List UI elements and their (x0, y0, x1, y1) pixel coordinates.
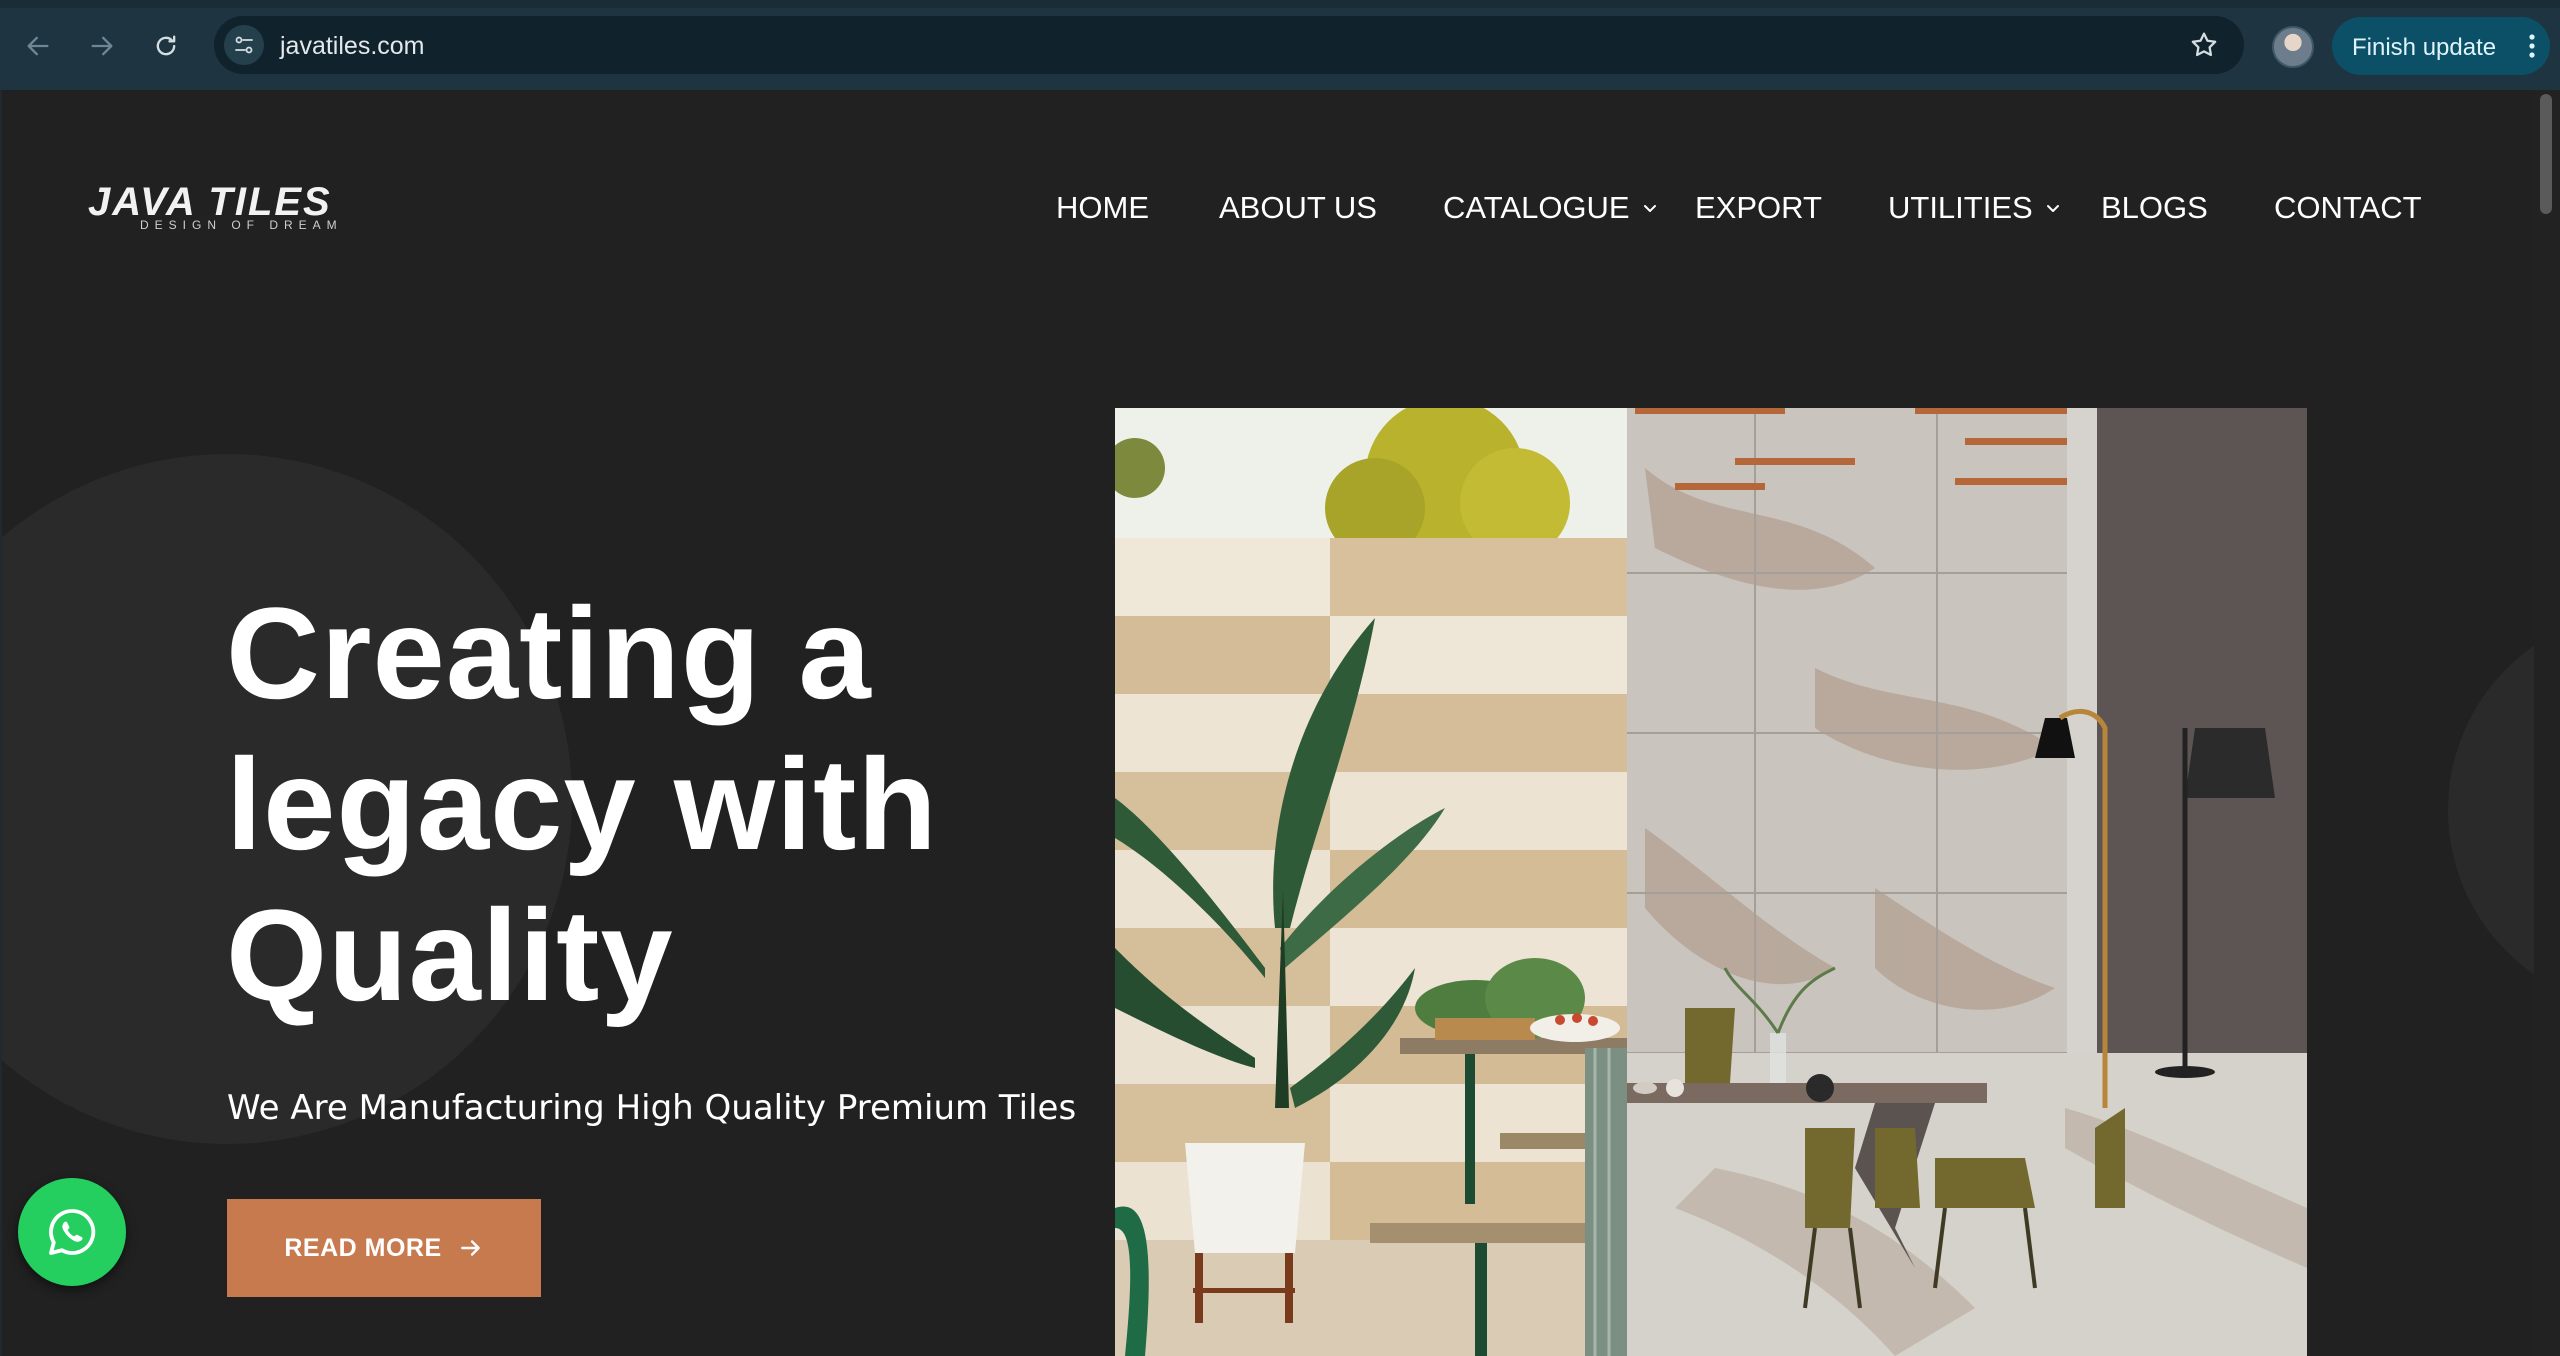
nav-export-label: EXPORT (1695, 190, 1822, 225)
finish-update-button[interactable]: Finish update (2332, 17, 2550, 75)
read-more-label: READ MORE (284, 1233, 442, 1262)
site-info-button[interactable] (224, 25, 264, 65)
tab-strip-edge (0, 0, 2560, 8)
nav-contact[interactable]: CONTACT (2274, 190, 2422, 226)
logo-tagline: DESIGN OF DREAM (140, 218, 343, 232)
reload-button[interactable] (144, 24, 188, 68)
forward-arrow-icon (91, 36, 113, 56)
reload-icon (156, 35, 176, 56)
hero-title: Creating a legacy with Quality (226, 580, 938, 1028)
nav-blogs[interactable]: BLOGS (2101, 190, 2208, 226)
nav-export[interactable]: EXPORT (1695, 190, 1822, 226)
back-button[interactable] (16, 24, 60, 68)
nav-about-us-label: ABOUT US (1219, 190, 1377, 225)
finish-update-label: Finish update (2352, 34, 2497, 61)
chevron-down-icon (2046, 205, 2059, 212)
decorative-circle (2448, 610, 2534, 1010)
whatsapp-chat-button[interactable] (18, 1178, 126, 1286)
nav-about-us[interactable]: ABOUT US (1219, 190, 1377, 226)
nav-blogs-label: BLOGS (2101, 190, 2208, 225)
hero-interior-image (1115, 408, 2307, 1356)
page-scrollbar[interactable] (2534, 90, 2560, 1356)
whatsapp-icon (49, 1209, 96, 1255)
nav-home[interactable]: HOME (1056, 190, 1149, 226)
arrow-right-icon (460, 1240, 480, 1256)
nav-home-label: HOME (1056, 190, 1149, 225)
nav-utilities-label: UTILITIES (1888, 190, 2033, 225)
url-text[interactable]: javatiles.com (280, 32, 425, 61)
browser-toolbar: javatiles.com Finish update (0, 0, 2560, 90)
read-more-button[interactable]: READ MORE (227, 1199, 541, 1297)
site-logo[interactable]: JAVA TILES DESIGN OF DREAM (88, 180, 378, 232)
bookmark-star-icon[interactable] (2188, 29, 2220, 61)
nav-catalogue-label: CATALOGUE (1443, 190, 1630, 225)
address-bar[interactable]: javatiles.com (214, 16, 2244, 74)
chevron-down-icon (1643, 205, 1656, 212)
page-viewport: JAVA TILES DESIGN OF DREAM HOME ABOUT US… (2, 90, 2534, 1356)
scrollbar-thumb[interactable] (2540, 94, 2552, 214)
more-vert-icon[interactable] (2528, 33, 2536, 59)
site-info-icon (235, 36, 253, 54)
back-arrow-icon (27, 36, 49, 56)
nav-contact-label: CONTACT (2274, 190, 2422, 225)
hero-subtitle: We Are Manufacturing High Quality Premiu… (227, 1088, 1077, 1128)
profile-avatar[interactable] (2272, 26, 2314, 68)
nav-catalogue[interactable]: CATALOGUE (1443, 190, 1660, 226)
nav-utilities[interactable]: UTILITIES (1888, 190, 2063, 226)
forward-button[interactable] (80, 24, 124, 68)
